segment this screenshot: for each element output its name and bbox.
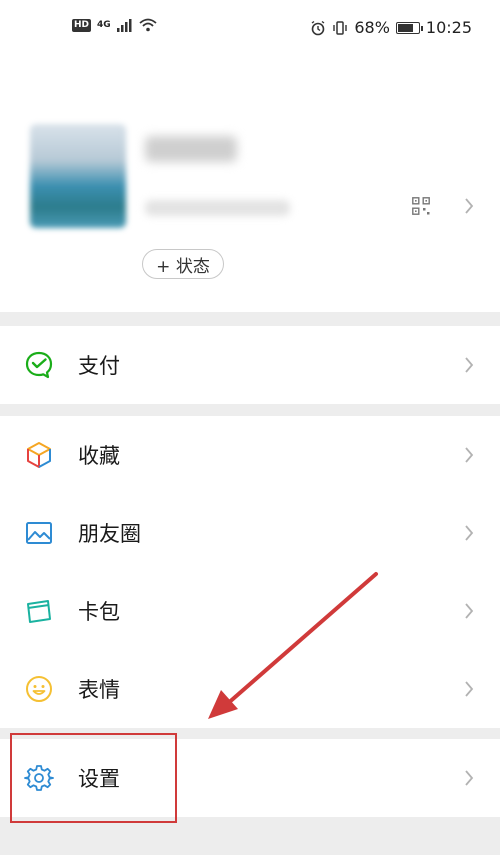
status-right: 68% 10:25 xyxy=(310,18,472,37)
annotation-highlight-box xyxy=(10,733,177,823)
menu-label: 收藏 xyxy=(78,444,120,468)
card-wallet-icon xyxy=(27,600,51,623)
wifi-icon xyxy=(139,18,157,32)
alarm-icon xyxy=(311,20,325,35)
menu-label: 表情 xyxy=(78,678,120,702)
services-group: 收藏 朋友圈 卡包 表情 xyxy=(0,416,500,728)
pay-group: 支付 xyxy=(0,326,500,404)
network-badge: 4G xyxy=(97,20,111,30)
wechat-id-blurred xyxy=(145,200,290,216)
battery-icon xyxy=(395,21,423,34)
menu-label: 卡包 xyxy=(78,600,120,624)
avatar[interactable] xyxy=(30,124,126,228)
chevron-right-icon[interactable] xyxy=(464,198,474,214)
vibrate-icon xyxy=(333,20,348,35)
chevron-right-icon xyxy=(465,357,474,373)
chevron-right-icon xyxy=(465,603,474,619)
chevron-right-icon xyxy=(465,681,474,697)
chevron-right-icon xyxy=(465,525,474,541)
chevron-right-icon xyxy=(465,770,474,786)
status-bar: HD 4G 68% 10:25 xyxy=(0,0,500,58)
menu-item-moments[interactable]: 朋友圈 xyxy=(0,494,500,572)
hd-badge: HD xyxy=(72,18,92,32)
menu-label: 朋友圈 xyxy=(78,522,141,546)
status-left: HD 4G xyxy=(72,18,157,32)
profile-card[interactable]: + 状态 xyxy=(0,58,500,312)
wechat-pay-icon xyxy=(25,351,53,379)
favorites-cube-icon xyxy=(27,442,51,468)
nickname-blurred xyxy=(145,136,237,162)
chevron-right-icon xyxy=(465,447,474,463)
menu-label: 支付 xyxy=(78,354,120,378)
signal-icon xyxy=(116,18,132,32)
clock-time: 10:25 xyxy=(425,18,472,37)
menu-item-favorites[interactable]: 收藏 xyxy=(0,416,500,494)
menu-item-card-wallet[interactable]: 卡包 xyxy=(0,572,500,650)
qr-code-icon[interactable] xyxy=(412,197,430,215)
status-button-label: + 状态 xyxy=(156,256,210,277)
battery-percent: 68% xyxy=(354,18,390,37)
menu-item-pay[interactable]: 支付 xyxy=(0,326,500,404)
sticker-smile-icon xyxy=(26,676,52,702)
add-status-button[interactable]: + 状态 xyxy=(142,249,224,279)
menu-item-stickers[interactable]: 表情 xyxy=(0,650,500,728)
moments-image-icon xyxy=(26,522,52,544)
